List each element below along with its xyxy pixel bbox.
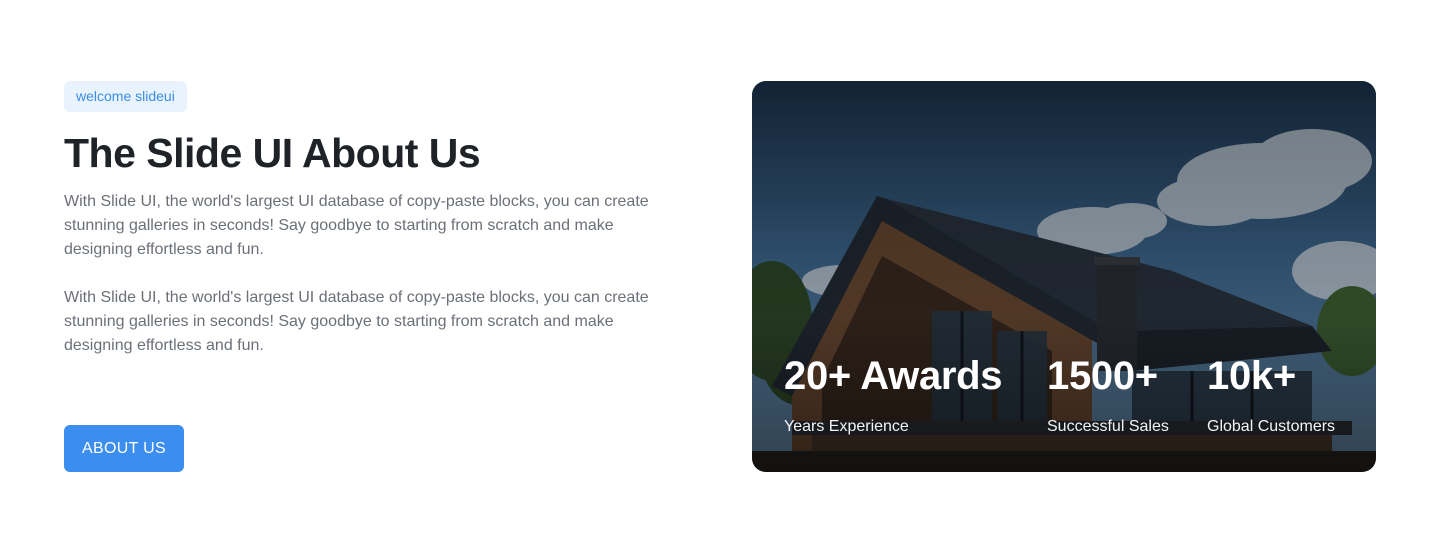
- about-paragraph: With Slide UI, the world's largest UI da…: [64, 289, 649, 354]
- stat-awards: 20+ Awards Years Experience: [784, 353, 1003, 437]
- about-us-button[interactable]: ABOUT US: [64, 425, 184, 472]
- stats-card: 20+ Awards Years Experience 1500+ Succes…: [752, 81, 1376, 472]
- stat-label: Successful Sales: [1047, 418, 1169, 435]
- stat-label: Global Customers: [1207, 418, 1336, 435]
- page-title: The Slide UI About Us: [64, 130, 481, 176]
- stat-value: 20+ Awards: [784, 354, 1003, 398]
- about-content: welcome slideui The Slide UI About Us Wi…: [64, 81, 684, 358]
- stat-label: Years Experience: [784, 418, 909, 435]
- stat-sales: 1500+ Successful Sales: [1047, 353, 1169, 437]
- stat-value: 1500+: [1047, 354, 1158, 398]
- welcome-badge: welcome slideui: [64, 81, 187, 112]
- stat-customers: 10k+ Global Customers: [1207, 353, 1335, 437]
- stat-value: 10k+: [1207, 354, 1296, 398]
- about-section: welcome slideui The Slide UI About Us Wi…: [0, 0, 1440, 553]
- about-paragraph: With Slide UI, the world's largest UI da…: [64, 193, 649, 258]
